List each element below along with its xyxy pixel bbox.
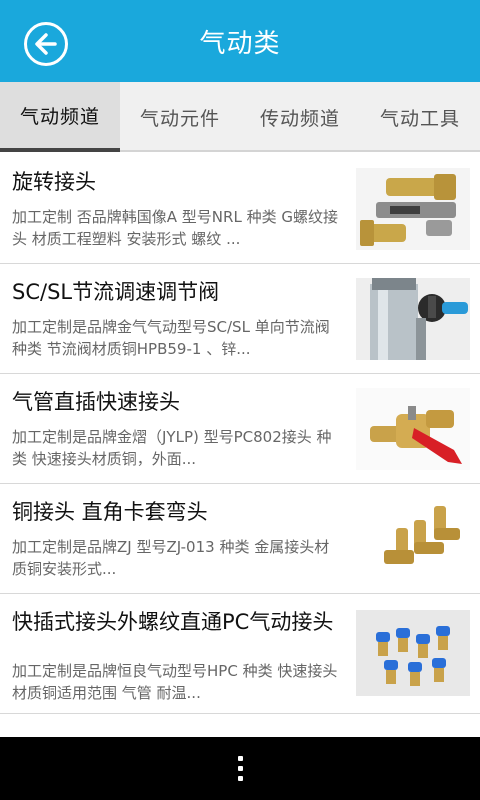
product-title: 快插式接头外螺纹直通PC气动接头 bbox=[12, 610, 334, 634]
product-title: 旋转接头 bbox=[12, 170, 96, 194]
system-nav-bar bbox=[0, 737, 480, 800]
product-image bbox=[356, 278, 470, 360]
product-image bbox=[356, 610, 470, 696]
product-image bbox=[356, 498, 470, 580]
product-title: 铜接头 直角卡套弯头 bbox=[12, 500, 208, 524]
product-description: 加工定制是品牌恒良气动型号HPC 种类 快速接头材质铜适用范围 气管 耐温... bbox=[12, 662, 338, 702]
product-description: 加工定制是品牌金熠（JYLP) 型号PC802接头 种类 快速接头材质铜，外面.… bbox=[12, 428, 332, 468]
list-item[interactable]: SC/SL节流调速调节阀 加工定制是品牌金气气动型号SC/SL 单向节流阀 种类… bbox=[0, 264, 480, 374]
product-description: 加工定制 否品牌韩国像A 型号NRL 种类 G螺纹接头 材质工程塑料 安装形式 … bbox=[12, 208, 338, 248]
page-title: 气动类 bbox=[199, 28, 281, 59]
tab-pneumatic-components[interactable]: 气动元件 bbox=[120, 82, 240, 152]
product-description: 加工定制是品牌金气气动型号SC/SL 单向节流阀 种类 节流阀材质铜HPB59-… bbox=[12, 318, 330, 358]
back-arrow-circle-icon bbox=[35, 33, 57, 55]
product-image bbox=[356, 388, 470, 470]
list-item[interactable]: 铜接头 直角卡套弯头 加工定制是品牌ZJ 型号ZJ-013 种类 金属接头材质铜… bbox=[0, 484, 480, 594]
product-image bbox=[356, 168, 470, 250]
product-description: 加工定制是品牌ZJ 型号ZJ-013 种类 金属接头材质铜安装形式... bbox=[12, 538, 330, 578]
back-button[interactable] bbox=[24, 22, 68, 66]
list-item[interactable]: 旋转接头 加工定制 否品牌韩国像A 型号NRL 种类 G螺纹接头 材质工程塑料 … bbox=[0, 154, 480, 264]
list-item[interactable]: 快插式接头外螺纹直通PC气动接头 加工定制是品牌恒良气动型号HPC 种类 快速接… bbox=[0, 594, 480, 714]
app-header: 气动类 bbox=[0, 0, 480, 82]
category-tabs: 气动频道 气动元件 传动频道 气动工具 bbox=[0, 82, 480, 152]
product-title: SC/SL节流调速调节阀 bbox=[12, 280, 220, 304]
tab-pneumatic-tools[interactable]: 气动工具 bbox=[360, 82, 480, 152]
tab-pneumatic-channel[interactable]: 气动频道 bbox=[0, 82, 120, 152]
product-list: 旋转接头 加工定制 否品牌韩国像A 型号NRL 种类 G螺纹接头 材质工程塑料 … bbox=[0, 154, 480, 737]
product-title: 气管直插快速接头 bbox=[12, 390, 180, 414]
overflow-menu-icon[interactable] bbox=[237, 756, 243, 781]
list-item[interactable]: 气管直插快速接头 加工定制是品牌金熠（JYLP) 型号PC802接头 种类 快速… bbox=[0, 374, 480, 484]
tab-transmission-channel[interactable]: 传动频道 bbox=[240, 82, 360, 152]
